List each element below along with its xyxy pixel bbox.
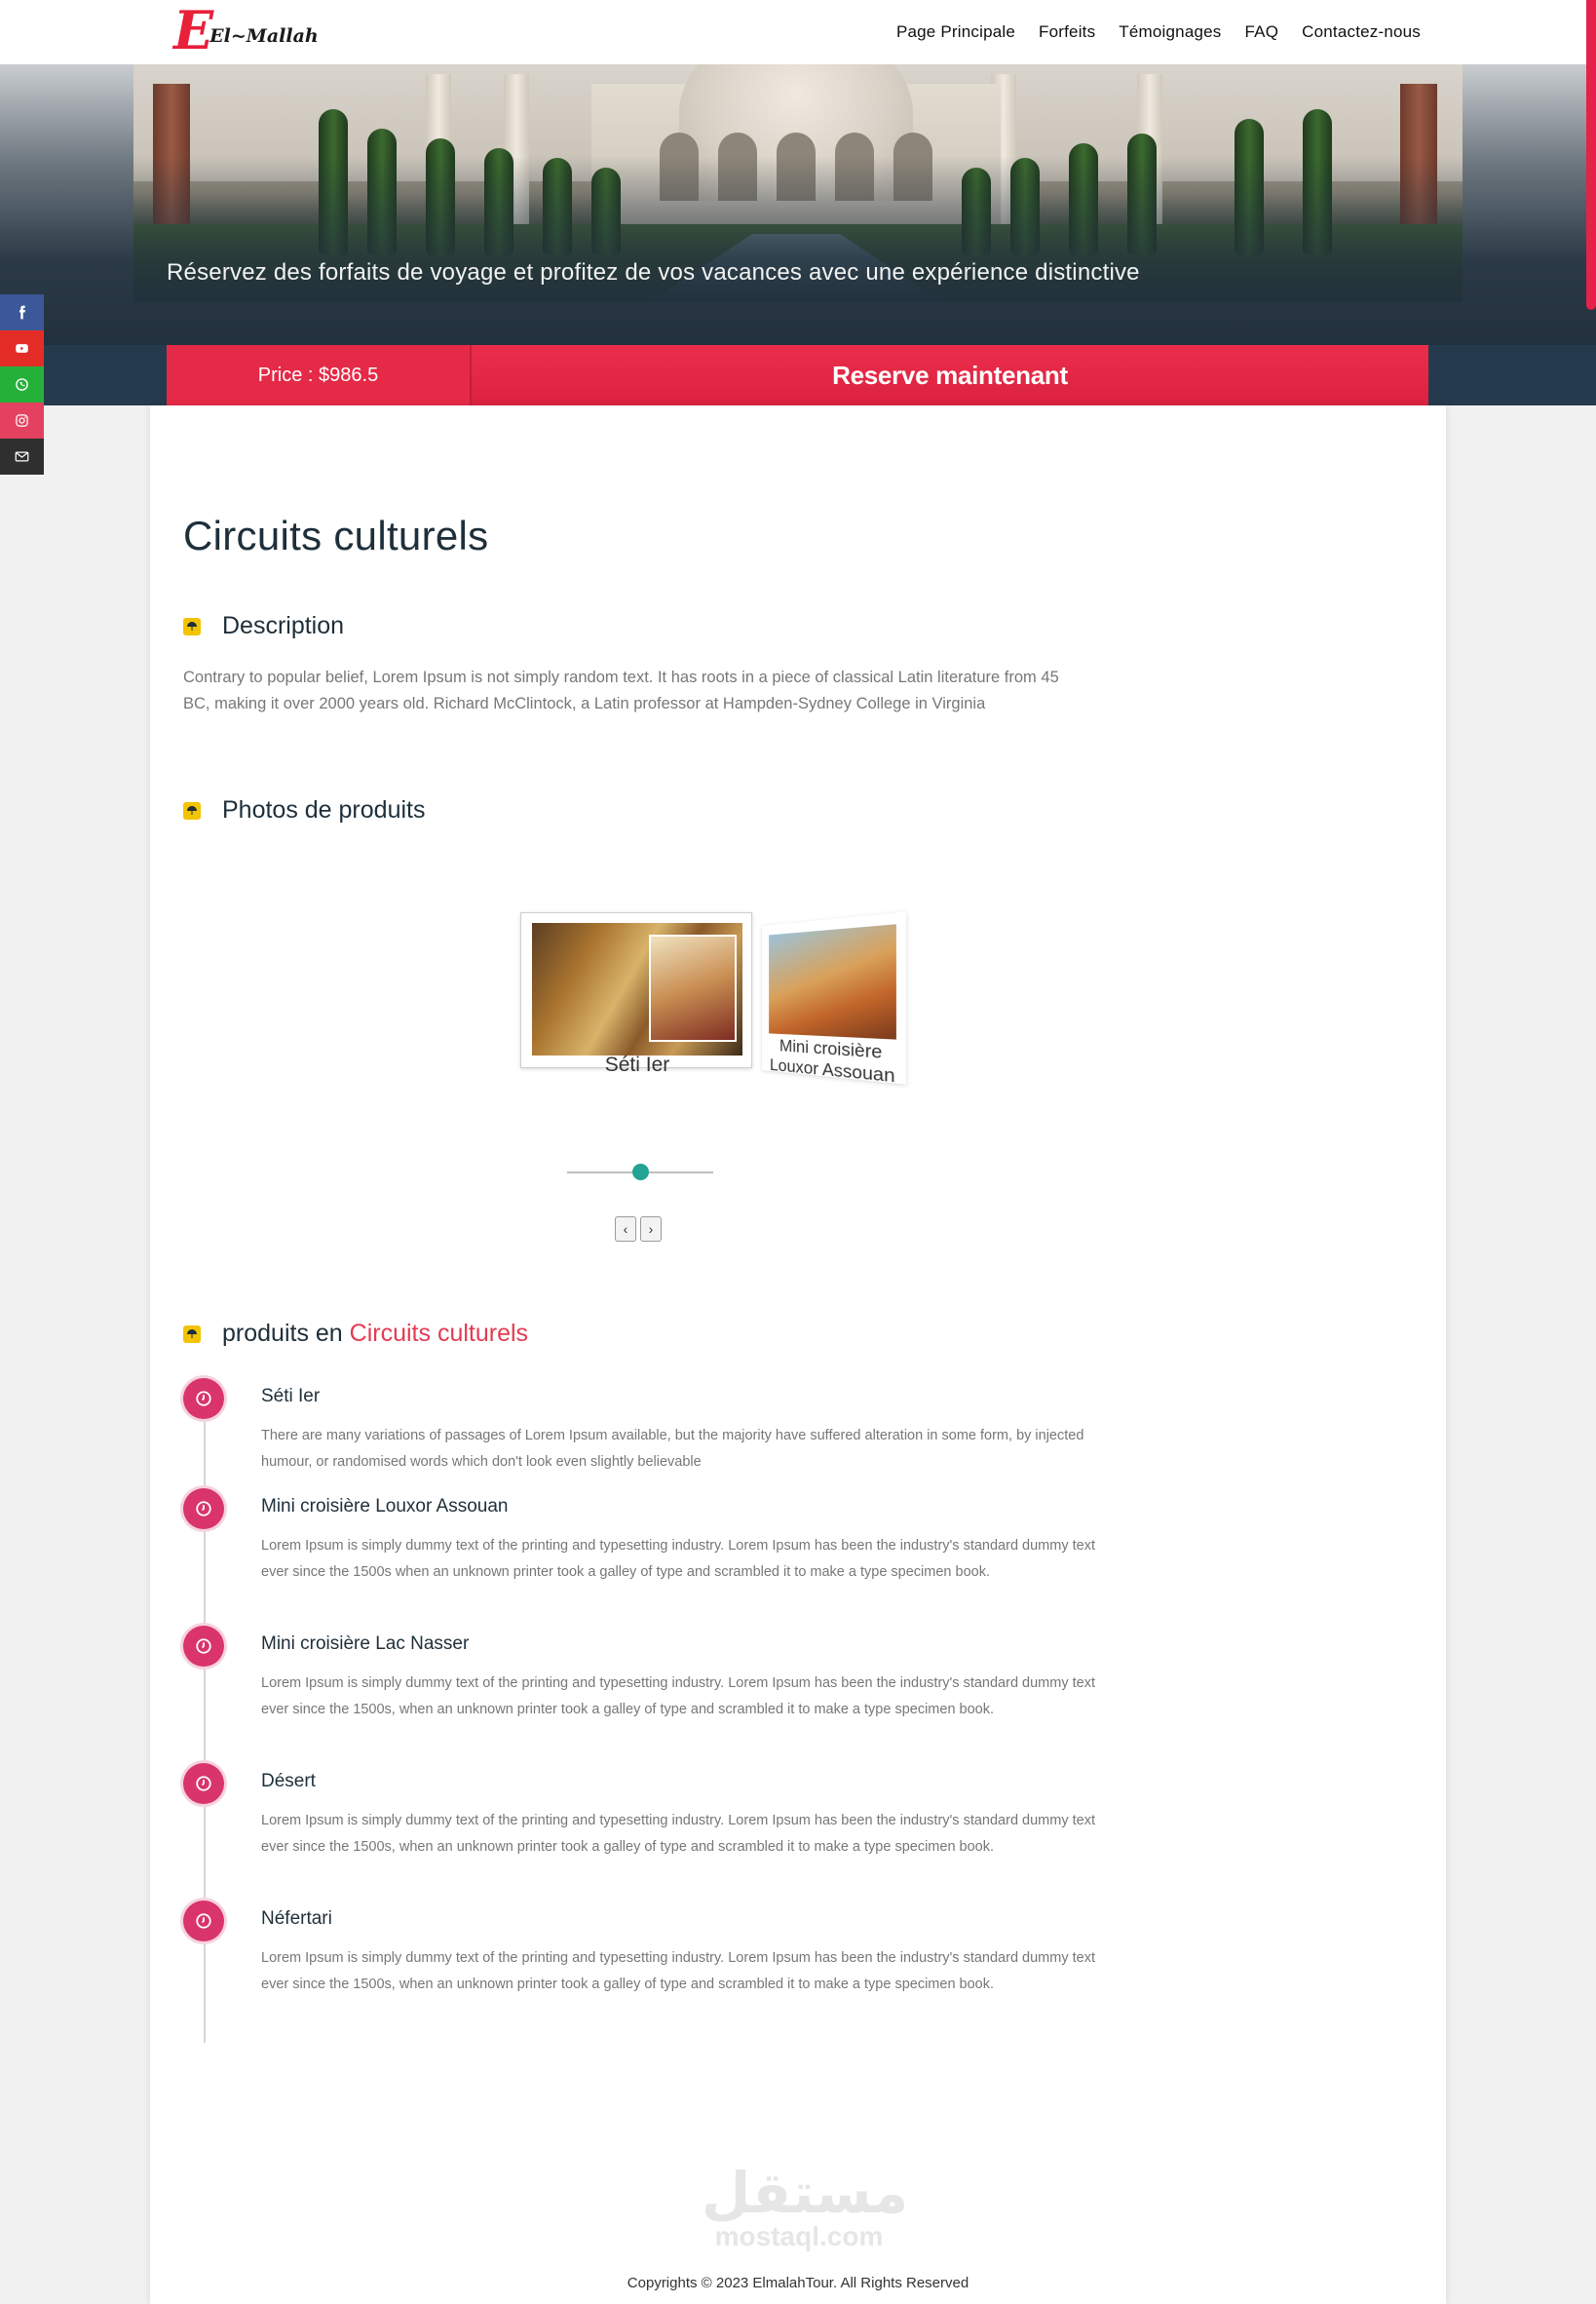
umbrella-icon bbox=[183, 617, 201, 635]
slide-caption: Mini croisière Louxor Assouan bbox=[770, 1035, 895, 1087]
nav-packages[interactable]: Forfeits bbox=[1039, 22, 1095, 42]
slide-caption: Séti Ier bbox=[604, 1054, 670, 1076]
product-text: There are many variations of passages of… bbox=[261, 1428, 1084, 1470]
scrollbar[interactable] bbox=[1586, 0, 1596, 310]
product-title[interactable]: Séti Ier bbox=[261, 1386, 320, 1407]
watermark-latin: mostaql.com bbox=[714, 2221, 884, 2251]
gallery-next-button[interactable]: › bbox=[640, 1216, 662, 1242]
product-text: Lorem Ipsum is simply dummy text of the … bbox=[261, 1950, 1095, 1992]
products-heading: produits en Circuits culturels bbox=[183, 1320, 528, 1348]
product-title[interactable]: Néfertari bbox=[261, 1908, 332, 1930]
product-title[interactable]: Désert bbox=[261, 1771, 316, 1792]
product-text: Lorem Ipsum is simply dummy text of the … bbox=[261, 1675, 1095, 1717]
products-heading-category: Circuits culturels bbox=[349, 1320, 529, 1347]
products-heading-prefix: produits en bbox=[222, 1320, 343, 1347]
mail-icon[interactable] bbox=[0, 439, 44, 475]
product-title[interactable]: Mini croisière Louxor Assouan bbox=[261, 1496, 508, 1517]
site-logo[interactable]: E El~Mallah bbox=[173, 4, 319, 57]
umbrella-icon bbox=[183, 1325, 201, 1343]
clock-icon bbox=[183, 1901, 224, 1941]
description-text: Contrary to popular belief, Lorem Ipsum … bbox=[183, 669, 1059, 712]
booking-bar: Price : $986.5 Reserve maintenant bbox=[0, 345, 1596, 405]
description-heading-text: Description bbox=[222, 612, 345, 639]
reserve-button[interactable]: Reserve maintenant bbox=[472, 345, 1428, 405]
slide-photo bbox=[532, 923, 742, 1056]
gallery-prev-button[interactable]: ‹ bbox=[615, 1216, 636, 1242]
page-title: Circuits culturels bbox=[183, 513, 489, 558]
product-text: Lorem Ipsum is simply dummy text of the … bbox=[261, 1813, 1095, 1855]
product-title[interactable]: Mini croisière Lac Nasser bbox=[261, 1633, 469, 1655]
watermark: مستقل mostaql.com bbox=[702, 2160, 909, 2251]
nav-faq[interactable]: FAQ bbox=[1245, 22, 1279, 42]
umbrella-icon bbox=[183, 801, 201, 820]
main-nav: Page Principale Forfeits Témoignages FAQ… bbox=[896, 0, 1421, 64]
content-card: Circuits culturels Description Contrary … bbox=[150, 405, 1446, 2304]
nav-home[interactable]: Page Principale bbox=[896, 22, 1015, 42]
product-text: Lorem Ipsum is simply dummy text of the … bbox=[261, 1538, 1095, 1580]
social-sidebar bbox=[0, 294, 44, 475]
nav-testimonials[interactable]: Témoignages bbox=[1119, 22, 1221, 42]
clock-icon bbox=[183, 1626, 224, 1667]
footer-copyright: Copyrights © 2023 ElmalahTour. All Right… bbox=[627, 2275, 969, 2291]
photos-heading-text: Photos de produits bbox=[222, 796, 426, 824]
clock-icon bbox=[183, 1378, 224, 1419]
gallery-slider-handle[interactable] bbox=[631, 1164, 649, 1180]
hero-banner: Réservez des forfaits de voyage et profi… bbox=[0, 64, 1596, 345]
photos-heading: Photos de produits bbox=[183, 796, 425, 825]
watermark-arabic: مستقل bbox=[702, 2160, 909, 2226]
youtube-icon[interactable] bbox=[0, 330, 44, 366]
gallery-slide-active[interactable]: Séti Ier bbox=[520, 912, 752, 1076]
header: E El~Mallah Page Principale Forfeits Tém… bbox=[0, 0, 1596, 64]
gallery-slide-next[interactable]: Mini croisière Louxor Assouan bbox=[762, 911, 906, 1087]
slide-photo bbox=[769, 924, 896, 1040]
price-label: Price : $986.5 bbox=[167, 345, 470, 405]
description-heading: Description bbox=[183, 612, 344, 640]
clock-icon bbox=[183, 1488, 224, 1529]
facebook-icon[interactable] bbox=[0, 294, 44, 330]
whatsapp-icon[interactable] bbox=[0, 366, 44, 403]
clock-icon bbox=[183, 1763, 224, 1804]
instagram-icon[interactable] bbox=[0, 403, 44, 439]
hero-tagline: Réservez des forfaits de voyage et profi… bbox=[167, 259, 1140, 286]
logo-letter: E bbox=[173, 0, 214, 61]
nav-contact[interactable]: Contactez-nous bbox=[1302, 22, 1421, 42]
logo-text: El~Mallah bbox=[209, 25, 319, 47]
photo-gallery: Séti Ier Mini croisière Louxor Assouan bbox=[520, 911, 930, 1136]
